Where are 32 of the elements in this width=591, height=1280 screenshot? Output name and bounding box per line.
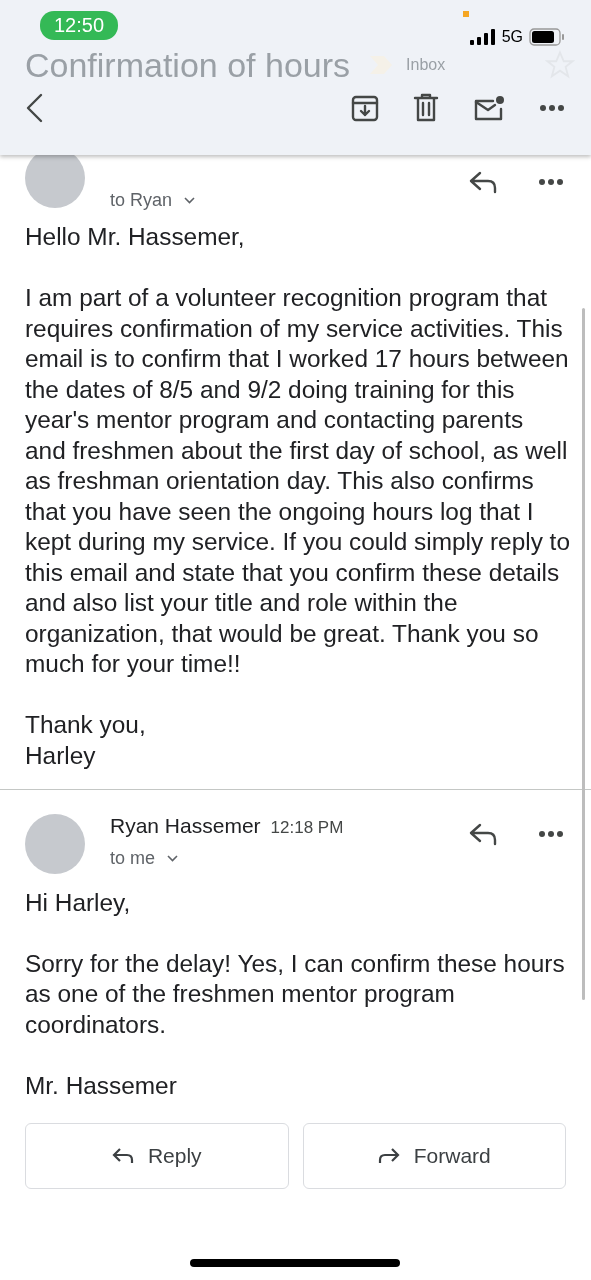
back-icon[interactable]: [24, 93, 44, 123]
more-icon[interactable]: [538, 829, 564, 838]
more-icon[interactable]: [538, 178, 564, 186]
chevron-down-icon[interactable]: [184, 197, 196, 204]
more-icon[interactable]: [539, 104, 565, 112]
forward-icon: [377, 1146, 400, 1165]
inbox-label: Inbox: [406, 56, 446, 74]
reply-icon: [111, 1146, 134, 1165]
network-label: 5G: [501, 28, 523, 46]
mail-unread-icon[interactable]: [473, 94, 505, 122]
email-subject: Confirmation of hours: [25, 45, 351, 85]
recipient-label[interactable]: to me: [110, 847, 156, 869]
forward-button[interactable]: Forward: [302, 1122, 566, 1189]
signal-icon: [469, 29, 496, 45]
status-time: 12:50: [40, 10, 119, 40]
recipient-label[interactable]: to Ryan: [110, 190, 173, 211]
message-paragraph: Hello Mr. Hassemer,: [25, 222, 246, 252]
message-paragraph: I am part of a volunteer recognition program that requires confirmation of my service activities. This email is to confirm that I worked 17 hours between the dates of 8/5 and 9/2 doing training for this year's mentor program and contacting parents and freshmen about the first day of school, as well as freshman orientation day. This also confirms that you have seen the ongoing hours log that I kept during my service. If you could simply reply to this email and state that you confirm these details and also list your title and role within the organization, that would be great. Thank you so much for your time!!: [25, 283, 570, 679]
battery-icon: [529, 28, 565, 46]
reply-button[interactable]: Reply: [25, 1122, 289, 1189]
delete-icon[interactable]: [413, 93, 439, 123]
message-paragraph: Sorry for the delay! Yes, I can confirm these hours as one of the freshmen mentor program coordinators.: [25, 948, 566, 1040]
archive-icon[interactable]: [351, 94, 379, 122]
reply-icon[interactable]: [468, 170, 498, 194]
message-paragraph: Mr. Hassemer: [25, 1070, 178, 1101]
reply-icon[interactable]: [468, 821, 498, 846]
message-paragraph: Thank you, Harley: [25, 710, 147, 771]
scrollbar[interactable]: [582, 308, 585, 1000]
message-time: 12:18 PM: [270, 817, 344, 838]
sender-name: Ryan Hassemer: [110, 813, 261, 838]
message-paragraph: Hi Harley,: [25, 887, 132, 918]
chevron-down-icon[interactable]: [167, 854, 179, 862]
